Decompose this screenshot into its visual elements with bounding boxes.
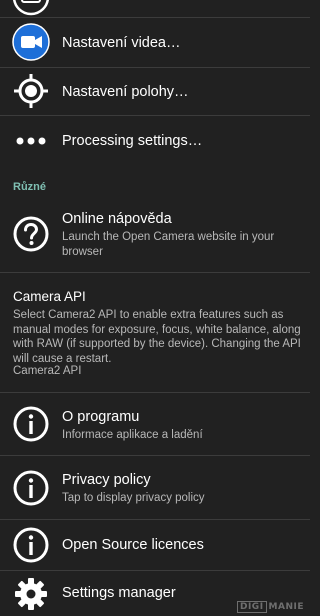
settings-item-processing[interactable]: Processing settings… xyxy=(0,116,310,166)
info-icon xyxy=(12,526,50,564)
licences-title: Open Source licences xyxy=(62,537,204,553)
processing-settings-label: Processing settings… xyxy=(62,133,203,149)
more-dots-icon xyxy=(12,122,50,160)
location-settings-label: Nastavení polohy… xyxy=(62,84,189,100)
settings-item-location[interactable]: Nastavení polohy… xyxy=(0,68,310,114)
settings-item-video[interactable]: Nastavení videa… xyxy=(0,18,310,67)
gear-icon xyxy=(12,575,50,613)
category-header-misc: Různé xyxy=(13,181,46,193)
watermark-logo: DIGI MANIE xyxy=(236,601,304,613)
watermark-right: MANIE xyxy=(268,602,304,612)
online-help-title: Online nápověda xyxy=(62,211,172,227)
info-icon xyxy=(12,405,50,443)
settings-item-about[interactable]: O programu Informace aplikace a ladění xyxy=(0,393,310,455)
settings-item-online-help[interactable]: Online nápověda Launch the Open Camera w… xyxy=(0,200,310,272)
help-icon xyxy=(12,215,50,253)
online-help-summary: Launch the Open Camera website in your b… xyxy=(62,231,275,258)
partial-item-icon xyxy=(12,0,50,16)
about-summary: Informace aplikace a ladění xyxy=(62,429,203,441)
settings-screen: Nastavení videa… Nastavení polohy… Proce… xyxy=(0,0,310,616)
settings-manager-title: Settings manager xyxy=(62,585,176,601)
top-partial-item[interactable] xyxy=(0,0,310,16)
watermark-left: DIGI xyxy=(236,601,267,613)
settings-item-camera-api[interactable]: Camera API Select Camera2 API to enable … xyxy=(0,273,310,392)
camera-api-summary: Select Camera2 API to enable extra featu… xyxy=(13,309,301,365)
settings-item-privacy-policy[interactable]: Privacy policy Tap to display privacy po… xyxy=(0,456,310,519)
video-camera-icon xyxy=(12,23,50,61)
info-icon xyxy=(12,469,50,507)
camera-api-value: Camera2 API xyxy=(13,365,82,377)
video-settings-label: Nastavení videa… xyxy=(62,35,181,51)
settings-item-licences[interactable]: Open Source licences xyxy=(0,520,310,570)
privacy-policy-summary: Tap to display privacy policy xyxy=(62,492,205,504)
gps-location-icon xyxy=(12,72,50,110)
privacy-policy-title: Privacy policy xyxy=(62,472,151,488)
camera-api-title: Camera API xyxy=(13,289,86,304)
about-title: O programu xyxy=(62,409,140,425)
